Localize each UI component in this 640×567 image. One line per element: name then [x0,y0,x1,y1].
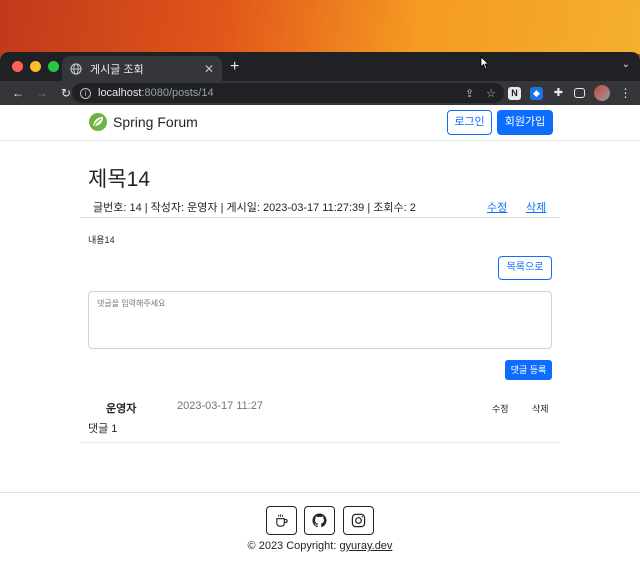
extensions-area: N ◆ ✚ ⋮ [508,85,632,101]
delete-comment-button[interactable]: 삭제 [532,402,549,415]
side-panel-icon[interactable] [574,88,585,98]
comment-author: 운영자 [106,403,137,415]
tab-search-icon[interactable]: ⌄ [622,59,630,70]
browser-toolbar: ← → ↻ i localhost:8080/posts/14 ⇪ ☆ N ◆ … [0,81,640,105]
copyright-text: © 2023 Copyright: [247,540,340,552]
comment-input[interactable] [88,291,552,349]
url-path: :8080/posts/14 [141,87,214,99]
github-icon [312,513,327,528]
back-arrow-icon[interactable]: ← [6,86,30,100]
divider [80,217,560,218]
web-page: Spring Forum 로그인 회원가입 제목14 글번호: 14 | 작성자… [0,105,640,567]
globe-icon [70,62,82,75]
signup-button[interactable]: 회원가입 [497,110,553,135]
bookmark-star-icon[interactable]: ☆ [486,87,496,100]
share-icon[interactable]: ⇪ [465,87,474,100]
new-tab-button[interactable]: + [230,58,239,76]
back-to-list-button[interactable]: 목록으로 [498,256,552,280]
shield-extension-icon[interactable]: ◆ [530,86,543,100]
more-menu-icon[interactable]: ⋮ [619,86,632,100]
tab-bar: 게시글 조회 ✕ + ⌄ [0,52,640,81]
browser-tab[interactable]: 게시글 조회 ✕ [62,56,222,81]
login-button[interactable]: 로그인 [447,110,492,135]
notion-extension-icon[interactable]: N [508,86,521,100]
maximize-window-button[interactable] [48,61,59,72]
window-controls [12,61,59,72]
spring-leaf-icon [89,113,107,131]
extensions-puzzle-icon[interactable]: ✚ [552,87,565,100]
minimize-window-button[interactable] [30,61,41,72]
profile-avatar[interactable] [594,85,610,101]
coffee-cup-icon [276,514,288,527]
submit-comment-button[interactable]: 댓글 등록 [505,360,552,380]
copyright-link[interactable]: gyuray.dev [339,540,392,552]
comment-date: 2023-03-17 11:27 [177,400,264,412]
desktop-wallpaper [0,0,640,54]
instagram-link[interactable] [343,506,374,535]
close-window-button[interactable] [12,61,23,72]
edit-post-link[interactable]: 수정 [487,199,507,215]
close-tab-icon[interactable]: ✕ [204,62,214,76]
post-title: 제목14 [88,168,150,191]
footer-divider [0,492,640,493]
copyright: © 2023 Copyright: gyuray.dev [0,540,640,552]
mouse-cursor-icon [480,56,490,70]
brand[interactable]: Spring Forum [88,112,198,132]
comment-body: 댓글 1 [88,423,118,435]
browser-window: 게시글 조회 ✕ + ⌄ ← → ↻ i localhost:8080/post… [0,52,640,567]
site-info-icon[interactable]: i [80,87,91,99]
url-host: localhost [98,87,142,99]
address-bar[interactable]: i localhost:8080/posts/14 ⇪ ☆ [72,83,504,103]
post-content: 내용14 [88,235,115,245]
forward-arrow-icon[interactable]: → [30,86,54,100]
tab-title: 게시글 조회 [90,63,144,76]
github-link[interactable] [304,506,335,535]
delete-post-link[interactable]: 삭제 [526,199,546,215]
site-header: Spring Forum 로그인 회원가입 [0,105,640,141]
edit-comment-button[interactable]: 수정 [492,402,509,415]
divider [80,442,560,443]
post-meta: 글번호: 14 | 작성자: 운영자 | 게시일: 2023-03-17 11:… [93,202,416,214]
brand-name: Spring Forum [113,114,198,130]
instagram-icon [351,513,366,528]
coffee-link[interactable] [266,506,297,535]
